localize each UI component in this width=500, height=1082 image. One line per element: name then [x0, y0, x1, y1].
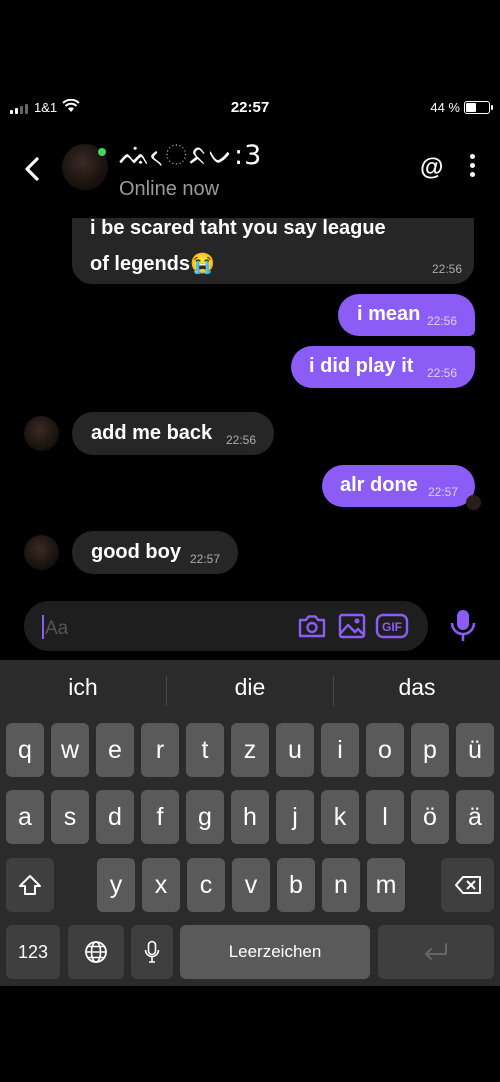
more-options-icon[interactable] [467, 154, 477, 180]
globe-icon [85, 941, 107, 963]
key-ä[interactable]: ä [456, 790, 494, 844]
key-l[interactable]: l [366, 790, 404, 844]
shift-key[interactable] [6, 858, 54, 912]
keyboard: ich die das qwertzuiopü asdfghjklöä yxcv… [0, 660, 500, 986]
message-input[interactable]: Aa [45, 618, 68, 640]
key-v[interactable]: v [232, 858, 270, 912]
message-time: 22:56 [226, 433, 257, 447]
key-q[interactable]: q [6, 723, 44, 777]
contact-status: Online now [119, 178, 220, 200]
message-bubble[interactable]: i did play it 22:56 [291, 346, 475, 388]
message-text: good boy [91, 541, 181, 563]
key-b[interactable]: b [277, 858, 315, 912]
microphone-icon [144, 940, 160, 963]
message-text: alr done [340, 474, 418, 496]
message-time: 22:56 [427, 314, 458, 328]
chat-header: ᨕᨗᨙᨅᨆ:3 Online now @ [0, 138, 500, 204]
key-y[interactable]: y [97, 858, 135, 912]
space-key[interactable]: Leerzeichen [180, 925, 370, 979]
text-cursor [42, 615, 44, 639]
gif-icon[interactable]: GIF [375, 613, 409, 639]
dictation-key[interactable] [131, 925, 173, 979]
suggestion-item[interactable]: die [167, 674, 333, 701]
message-time: 22:56 [427, 366, 458, 380]
key-n[interactable]: n [322, 858, 360, 912]
key-e[interactable]: e [96, 723, 134, 777]
key-ö[interactable]: ö [411, 790, 449, 844]
contact-name[interactable]: ᨕᨗᨙᨅᨆ:3 [119, 140, 262, 172]
status-time: 22:57 [230, 99, 270, 116]
key-x[interactable]: x [142, 858, 180, 912]
status-bar: 1&1 22:57 44 % [0, 96, 500, 122]
message-bubble[interactable]: good boy 22:57 [72, 531, 238, 574]
key-t[interactable]: t [186, 723, 224, 777]
backspace-key[interactable] [441, 858, 494, 912]
key-u[interactable]: u [276, 723, 314, 777]
key-j[interactable]: j [276, 790, 314, 844]
message-bubble[interactable]: i be scared taht you say league of legen… [72, 217, 474, 284]
key-s[interactable]: s [51, 790, 89, 844]
message-bubble[interactable]: i mean 22:56 [338, 294, 475, 336]
numbers-key[interactable]: 123 [6, 925, 60, 979]
message-text: i mean [357, 303, 421, 325]
globe-key[interactable] [68, 925, 124, 979]
avatar[interactable] [24, 416, 59, 451]
mention-button[interactable]: @ [420, 154, 443, 182]
message-text: i did play it [309, 355, 414, 377]
return-icon [425, 943, 447, 960]
suggestion-bar: ich die das [0, 660, 500, 722]
suggestion-item[interactable]: das [334, 674, 500, 701]
image-icon[interactable] [338, 613, 366, 639]
key-w[interactable]: w [51, 723, 89, 777]
key-g[interactable]: g [186, 790, 224, 844]
avatar[interactable] [24, 535, 59, 570]
key-p[interactable]: p [411, 723, 449, 777]
key-c[interactable]: c [187, 858, 225, 912]
gif-label: GIF [382, 620, 402, 634]
key-ü[interactable]: ü [456, 723, 494, 777]
key-f[interactable]: f [141, 790, 179, 844]
message-time: 22:57 [428, 485, 459, 499]
backspace-icon [454, 876, 481, 894]
online-indicator [98, 148, 106, 156]
microphone-icon[interactable] [449, 608, 477, 644]
key-k[interactable]: k [321, 790, 359, 844]
suggestion-item[interactable]: ich [0, 674, 166, 701]
message-bubble[interactable]: add me back 22:56 [72, 412, 274, 455]
battery-percent: 44 % [430, 100, 460, 115]
return-key[interactable] [378, 925, 494, 979]
key-d[interactable]: d [96, 790, 134, 844]
key-a[interactable]: a [6, 790, 44, 844]
message-bubble[interactable]: alr done 22:57 [322, 465, 475, 507]
camera-icon[interactable] [297, 613, 327, 639]
key-h[interactable]: h [231, 790, 269, 844]
message-time: 22:57 [190, 552, 221, 566]
back-arrow-icon[interactable] [20, 154, 46, 184]
message-text: add me back [91, 422, 213, 444]
seen-avatar [466, 495, 481, 510]
shift-icon [19, 875, 41, 895]
battery-icon [464, 101, 493, 114]
message-composer[interactable]: Aa GIF [24, 601, 428, 651]
message-text: i be scared taht you say league [90, 217, 386, 239]
message-time: 22:56 [431, 262, 462, 276]
key-r[interactable]: r [141, 723, 179, 777]
key-m[interactable]: m [367, 858, 405, 912]
key-o[interactable]: o [366, 723, 404, 777]
key-i[interactable]: i [321, 723, 359, 777]
key-z[interactable]: z [231, 723, 269, 777]
message-text: of legends😭 [90, 253, 215, 275]
